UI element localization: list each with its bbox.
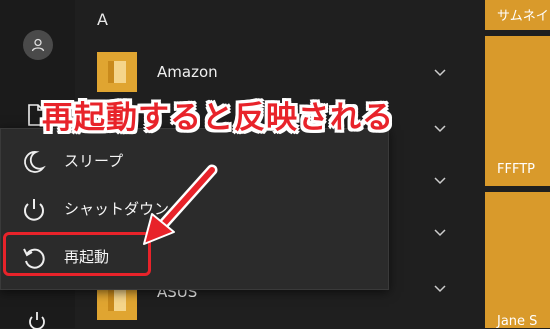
power-icon[interactable] bbox=[27, 311, 47, 329]
restart-highlight-box bbox=[3, 232, 151, 276]
tile[interactable]: Jane S bbox=[485, 192, 550, 329]
sleep-menu-item[interactable]: スリープ bbox=[1, 141, 388, 181]
power-icon bbox=[24, 199, 44, 221]
chevron-down-icon[interactable] bbox=[433, 68, 447, 78]
tile[interactable]: FFFTP bbox=[485, 36, 550, 186]
user-icon bbox=[31, 38, 45, 52]
tile-label: サムネイ bbox=[497, 9, 549, 24]
chevron-down-icon[interactable] bbox=[433, 228, 447, 238]
tile-label: FFFTP bbox=[497, 162, 535, 177]
tile[interactable]: サムネイ bbox=[485, 0, 550, 30]
app-item-amazon[interactable]: Amazon bbox=[157, 63, 218, 81]
shutdown-menu-item[interactable]: シャットダウン bbox=[1, 189, 388, 229]
chevron-down-icon[interactable] bbox=[433, 176, 447, 186]
user-avatar[interactable] bbox=[23, 30, 53, 60]
chevron-down-icon[interactable] bbox=[433, 284, 447, 294]
folder-icon bbox=[97, 52, 137, 92]
tile-label: Jane S bbox=[497, 314, 538, 329]
section-letter[interactable]: A bbox=[97, 10, 108, 29]
moon-icon bbox=[24, 151, 46, 173]
sleep-label: スリープ bbox=[64, 152, 124, 170]
shutdown-label: シャットダウン bbox=[64, 200, 170, 218]
chevron-down-icon[interactable] bbox=[433, 124, 447, 134]
tile-grid: サムネイ FFFTP Jane S bbox=[485, 0, 550, 329]
annotation-caption: 再起動すると反映される bbox=[42, 100, 394, 136]
